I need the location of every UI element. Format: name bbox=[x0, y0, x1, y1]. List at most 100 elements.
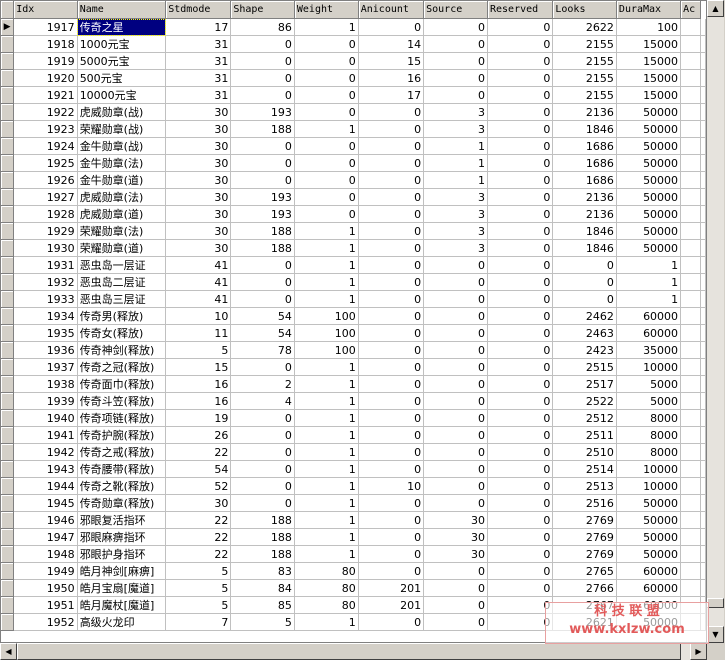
cell-anicount[interactable]: 0 bbox=[358, 545, 425, 563]
table-row[interactable]: 1945 传奇勋章(释放) 30 0 1 0 0 0 2516 50000 bbox=[1, 494, 706, 512]
cell-looks[interactable]: 1686 bbox=[552, 137, 617, 155]
cell-name[interactable]: 10000元宝 bbox=[77, 86, 167, 104]
cell-duramax[interactable]: 1 bbox=[616, 290, 682, 308]
cell-idx[interactable]: 1932 bbox=[13, 273, 78, 291]
cell-anicount[interactable]: 0 bbox=[358, 613, 425, 631]
cell-looks[interactable]: 2517 bbox=[552, 375, 617, 393]
cell-weight[interactable]: 1 bbox=[294, 511, 359, 529]
cell-source[interactable]: 0 bbox=[423, 494, 488, 512]
row-indicator[interactable] bbox=[1, 307, 15, 325]
cell-looks[interactable]: 2516 bbox=[552, 494, 617, 512]
row-indicator[interactable] bbox=[1, 154, 15, 172]
cell-name[interactable]: 高级火龙印 bbox=[77, 613, 167, 631]
cell-idx[interactable]: 1929 bbox=[13, 222, 78, 240]
row-indicator[interactable] bbox=[1, 86, 15, 104]
row-indicator[interactable] bbox=[1, 460, 15, 478]
cell-looks[interactable]: 2511 bbox=[552, 426, 617, 444]
cell-idx[interactable]: 1917 bbox=[13, 18, 78, 36]
cell-stdmode[interactable]: 7 bbox=[165, 613, 232, 631]
cell-stdmode[interactable]: 11 bbox=[165, 324, 232, 342]
cell-anicount[interactable]: 0 bbox=[358, 511, 425, 529]
cell-anicount[interactable]: 0 bbox=[358, 375, 425, 393]
cell-weight[interactable]: 0 bbox=[294, 154, 359, 172]
row-indicator[interactable] bbox=[1, 324, 15, 342]
cell-stdmode[interactable]: 31 bbox=[165, 52, 232, 70]
cell-source[interactable]: 0 bbox=[423, 256, 488, 274]
cell-anicount[interactable]: 0 bbox=[358, 460, 425, 478]
cell-looks[interactable]: 0 bbox=[552, 273, 617, 291]
row-indicator[interactable] bbox=[1, 137, 15, 155]
row-indicator[interactable] bbox=[1, 579, 15, 597]
cell-source[interactable]: 0 bbox=[423, 307, 488, 325]
cell-weight[interactable]: 1 bbox=[294, 239, 359, 257]
row-indicator[interactable] bbox=[1, 188, 15, 206]
cell-ac[interactable] bbox=[680, 256, 701, 274]
cell-stdmode[interactable]: 22 bbox=[165, 443, 232, 461]
cell-ac[interactable] bbox=[680, 562, 701, 580]
row-indicator[interactable] bbox=[1, 103, 15, 121]
cell-idx[interactable]: 1944 bbox=[13, 477, 78, 495]
cell-source[interactable]: 0 bbox=[423, 273, 488, 291]
cell-anicount[interactable]: 0 bbox=[358, 18, 425, 36]
cell-looks[interactable]: 2136 bbox=[552, 188, 617, 206]
cell-stdmode[interactable]: 41 bbox=[165, 290, 232, 308]
table-row[interactable]: 1936 传奇神剑(释放) 5 78 100 0 0 0 2423 35000 bbox=[1, 341, 706, 359]
cell-reserved[interactable]: 0 bbox=[487, 579, 554, 597]
cell-anicount[interactable]: 201 bbox=[358, 596, 425, 614]
cell-weight[interactable]: 100 bbox=[294, 307, 359, 325]
cell-idx[interactable]: 1924 bbox=[13, 137, 78, 155]
cell-weight[interactable]: 1 bbox=[294, 375, 359, 393]
cell-stdmode[interactable]: 30 bbox=[165, 188, 232, 206]
cell-idx[interactable]: 1936 bbox=[13, 341, 78, 359]
cell-anicount[interactable]: 0 bbox=[358, 103, 425, 121]
cell-weight[interactable]: 100 bbox=[294, 324, 359, 342]
table-row[interactable]: 1946 邪眼复活指环 22 188 1 0 30 0 2769 50000 bbox=[1, 511, 706, 529]
cell-reserved[interactable]: 0 bbox=[487, 341, 554, 359]
cell-source[interactable]: 0 bbox=[423, 579, 488, 597]
cell-duramax[interactable]: 15000 bbox=[616, 52, 682, 70]
cell-shape[interactable]: 188 bbox=[230, 120, 295, 138]
cell-weight[interactable]: 1 bbox=[294, 120, 359, 138]
cell-looks[interactable]: 2622 bbox=[552, 18, 617, 36]
cell-source[interactable]: 0 bbox=[423, 18, 488, 36]
table-row[interactable]: 1925 金牛勋章(法) 30 0 0 0 1 0 1686 50000 bbox=[1, 154, 706, 172]
table-row[interactable]: 1934 传奇男(释放) 10 54 100 0 0 0 2462 60000 bbox=[1, 307, 706, 325]
cell-idx[interactable]: 1940 bbox=[13, 409, 78, 427]
cell-duramax[interactable]: 50000 bbox=[616, 103, 682, 121]
cell-name[interactable]: 荣耀勋章(法) bbox=[77, 222, 167, 240]
cell-name[interactable]: 传奇面巾(释放) bbox=[77, 375, 167, 393]
cell-name[interactable]: 传奇男(释放) bbox=[77, 307, 167, 325]
cell-source[interactable]: 0 bbox=[423, 86, 488, 104]
cell-weight[interactable]: 1 bbox=[294, 545, 359, 563]
cell-duramax[interactable]: 50000 bbox=[616, 222, 682, 240]
cell-shape[interactable]: 2 bbox=[230, 375, 295, 393]
cell-reserved[interactable]: 0 bbox=[487, 290, 554, 308]
cell-duramax[interactable]: 50000 bbox=[616, 154, 682, 172]
cell-duramax[interactable]: 8000 bbox=[616, 409, 682, 427]
cell-stdmode[interactable]: 31 bbox=[165, 35, 232, 53]
cell-ac[interactable] bbox=[680, 409, 701, 427]
scroll-down-button[interactable]: ▼ bbox=[707, 626, 724, 643]
cell-source[interactable]: 0 bbox=[423, 52, 488, 70]
cell-idx[interactable]: 1935 bbox=[13, 324, 78, 342]
cell-ac[interactable] bbox=[680, 341, 701, 359]
cell-duramax[interactable]: 50000 bbox=[616, 494, 682, 512]
cell-stdmode[interactable]: 31 bbox=[165, 69, 232, 87]
data-grid[interactable]: Idx Name Stdmode Shape Weight Anicount S… bbox=[0, 0, 707, 643]
cell-anicount[interactable]: 17 bbox=[358, 86, 425, 104]
cell-name[interactable]: 邪眼护身指环 bbox=[77, 545, 167, 563]
table-row[interactable]: 1935 传奇女(释放) 11 54 100 0 0 0 2463 60000 bbox=[1, 324, 706, 342]
cell-weight[interactable]: 0 bbox=[294, 52, 359, 70]
cell-reserved[interactable]: 0 bbox=[487, 545, 554, 563]
cell-looks[interactable]: 0 bbox=[552, 290, 617, 308]
cell-stdmode[interactable]: 19 bbox=[165, 409, 232, 427]
vertical-scrollbar[interactable]: ▲ ▼ bbox=[707, 0, 724, 643]
cell-shape[interactable]: 0 bbox=[230, 426, 295, 444]
cell-idx[interactable]: 1938 bbox=[13, 375, 78, 393]
cell-reserved[interactable]: 0 bbox=[487, 18, 554, 36]
table-row[interactable]: 1927 虎威勋章(法) 30 193 0 0 3 0 2136 50000 bbox=[1, 188, 706, 206]
cell-reserved[interactable]: 0 bbox=[487, 120, 554, 138]
cell-weight[interactable]: 0 bbox=[294, 86, 359, 104]
column-header-stdmode[interactable]: Stdmode bbox=[165, 1, 232, 19]
cell-source[interactable]: 0 bbox=[423, 290, 488, 308]
